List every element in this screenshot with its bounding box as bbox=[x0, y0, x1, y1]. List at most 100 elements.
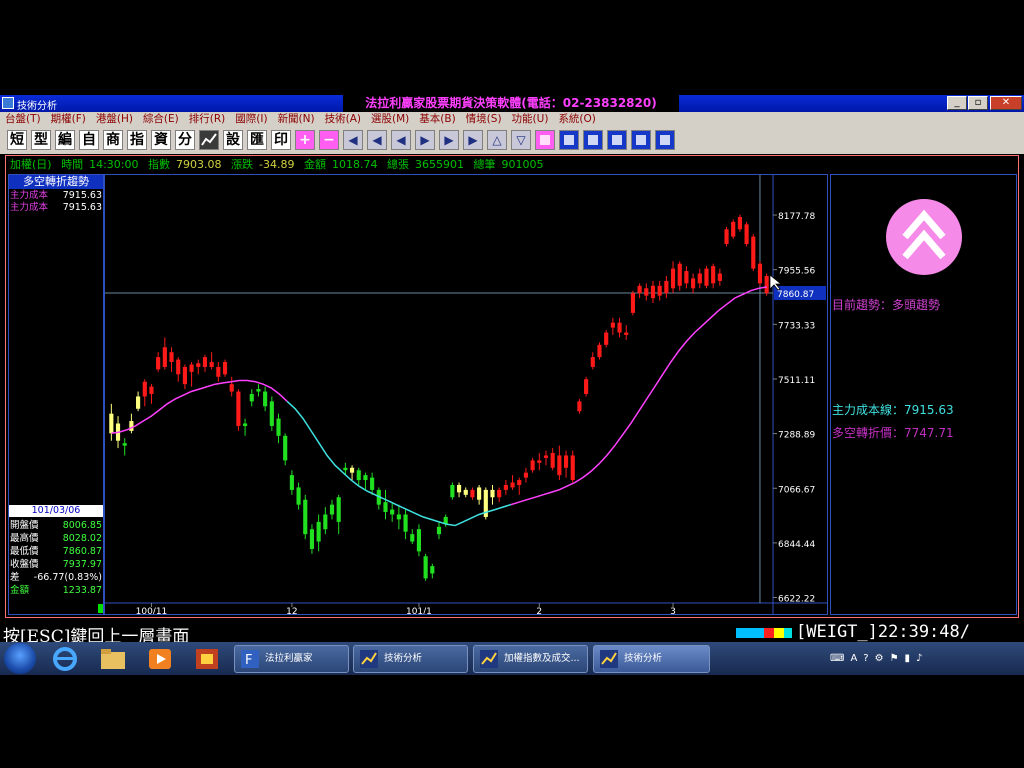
settings-icon[interactable]: ⚙ bbox=[875, 653, 884, 664]
toolbar-button[interactable]: 短 bbox=[7, 130, 27, 150]
indicator-title[interactable]: 多空轉折趨勢 bbox=[9, 175, 103, 189]
toolbar-button[interactable]: 資 bbox=[151, 130, 171, 150]
candle-body bbox=[456, 484, 462, 493]
export-icon[interactable] bbox=[607, 130, 627, 150]
taskbar-item[interactable]: 技術分析 bbox=[353, 645, 468, 673]
candle-body bbox=[316, 521, 321, 542]
toolbar-button[interactable]: 分 bbox=[175, 130, 195, 150]
nav-button[interactable]: ◀ bbox=[343, 130, 363, 150]
chart-panel[interactable]: 8177.78 7955.56 7733.33 7511.11 7288.89 7066.… bbox=[104, 174, 828, 617]
menu-item[interactable]: 新聞(N) bbox=[273, 112, 320, 127]
menu-item[interactable]: 技術(A) bbox=[320, 112, 366, 127]
toolbar-button[interactable]: 指 bbox=[127, 130, 147, 150]
menu-item[interactable]: 系統(O) bbox=[553, 112, 600, 127]
taskbar-item[interactable]: 加權指數及成交... bbox=[473, 645, 588, 673]
toolbar-button[interactable]: 型 bbox=[31, 130, 51, 150]
candle-body bbox=[523, 472, 529, 478]
color-icon[interactable] bbox=[535, 130, 555, 150]
candle-body bbox=[430, 566, 435, 574]
menu-item[interactable]: 國際(I) bbox=[230, 112, 272, 127]
nav-button[interactable]: ◀ bbox=[391, 130, 411, 150]
candle-body bbox=[517, 480, 522, 485]
restore-button[interactable]: ▫ bbox=[968, 96, 988, 110]
taskbar-item[interactable]: F 法拉利贏家 bbox=[234, 645, 349, 673]
help-icon[interactable]: ? bbox=[863, 653, 868, 664]
trades-value: 901005 bbox=[501, 158, 544, 171]
taskbar-item[interactable]: 技術分析 bbox=[593, 645, 710, 673]
candle-body bbox=[109, 413, 114, 434]
menu-item[interactable]: 台盤(T) bbox=[0, 112, 46, 127]
nav-button[interactable]: △ bbox=[487, 130, 507, 150]
menu-item[interactable]: 功能(U) bbox=[507, 112, 554, 127]
toolbar-button[interactable]: 商 bbox=[103, 130, 123, 150]
candle-body bbox=[637, 285, 642, 294]
candle-body bbox=[209, 362, 214, 367]
input-method-indicator[interactable]: A bbox=[850, 653, 857, 664]
ie-icon[interactable] bbox=[50, 645, 80, 673]
task-label: 技術分析 bbox=[384, 653, 423, 664]
bar-chart-icon[interactable] bbox=[199, 130, 219, 150]
volume-icon[interactable]: ♪ bbox=[916, 653, 922, 664]
menu-item[interactable]: 期權(F) bbox=[46, 112, 91, 127]
index-label: 指數 bbox=[148, 158, 170, 171]
candle-body bbox=[764, 275, 769, 294]
toolbar-button[interactable]: 匯 bbox=[247, 130, 267, 150]
candle-body bbox=[129, 421, 134, 431]
x-tick-label: 101/1 bbox=[406, 607, 432, 614]
chart-icon bbox=[360, 650, 378, 668]
candle-body bbox=[303, 499, 308, 535]
scroll-indicator bbox=[98, 604, 103, 613]
toolbar-button[interactable]: 設 bbox=[223, 130, 243, 150]
y-tick-label: 6622.22 bbox=[778, 595, 815, 605]
menu-item[interactable]: 港盤(H) bbox=[91, 112, 138, 127]
close-button[interactable]: ✕ bbox=[990, 96, 1022, 110]
link2-icon[interactable] bbox=[583, 130, 603, 150]
nav-button[interactable]: ▽ bbox=[511, 130, 531, 150]
nav-button[interactable]: ◀ bbox=[367, 130, 387, 150]
toolbar-button[interactable]: 自 bbox=[79, 130, 99, 150]
menu-item[interactable]: 選股(M) bbox=[366, 112, 414, 127]
index-value: 7903.08 bbox=[176, 158, 222, 171]
candle-body bbox=[577, 401, 582, 412]
candle-body bbox=[691, 278, 696, 289]
nav-button[interactable]: ▶ bbox=[463, 130, 483, 150]
y-tick-label: 7511.11 bbox=[778, 376, 815, 386]
keyboard-icon[interactable]: ⌨ bbox=[830, 653, 844, 664]
lock-icon[interactable] bbox=[631, 130, 651, 150]
status-color-segment bbox=[736, 628, 764, 638]
quote-label: 差 bbox=[10, 572, 20, 583]
menu-item[interactable]: 綜合(E) bbox=[138, 112, 184, 127]
quote-value: -66.77(0.83%) bbox=[33, 572, 102, 583]
legend-row: 主力成本 7915.63 bbox=[10, 190, 102, 202]
zoom-in-button[interactable]: + bbox=[295, 130, 315, 150]
network-icon[interactable]: ▮ bbox=[905, 653, 911, 664]
menu-item[interactable]: 基本(B) bbox=[414, 112, 460, 127]
legend-value: 7915.63 bbox=[62, 202, 102, 213]
folder-icon[interactable] bbox=[98, 645, 128, 673]
candle-body bbox=[644, 288, 649, 296]
candle-body bbox=[590, 357, 595, 367]
candle-body bbox=[584, 379, 589, 394]
candle-body bbox=[677, 263, 682, 286]
media-player-icon[interactable] bbox=[145, 645, 175, 673]
candle-body bbox=[396, 514, 401, 520]
nav-button[interactable]: ▶ bbox=[415, 130, 435, 150]
nav-button[interactable]: ▶ bbox=[439, 130, 459, 150]
quote-value: 1233.87 bbox=[62, 585, 102, 596]
status-color-segment bbox=[774, 628, 784, 638]
candlestick-chart[interactable]: 8177.78 7955.56 7733.33 7511.11 7288.89 7066.… bbox=[105, 175, 827, 617]
start-button[interactable] bbox=[4, 643, 36, 674]
minimize-button[interactable]: _ bbox=[947, 96, 967, 110]
menu-item[interactable]: 排行(R) bbox=[184, 112, 231, 127]
link-icon[interactable] bbox=[559, 130, 579, 150]
toolbar-button[interactable]: 印 bbox=[271, 130, 291, 150]
volume-value: 3655901 bbox=[414, 158, 464, 171]
candle-body bbox=[550, 453, 555, 468]
zoom-out-button[interactable]: − bbox=[319, 130, 339, 150]
settings-icon[interactable] bbox=[655, 130, 675, 150]
flag-icon[interactable]: ⚑ bbox=[890, 653, 899, 664]
app-icon[interactable] bbox=[192, 645, 222, 673]
candle-body bbox=[737, 216, 742, 230]
menu-item[interactable]: 情境(S) bbox=[461, 112, 507, 127]
toolbar-button[interactable]: 編 bbox=[55, 130, 75, 150]
